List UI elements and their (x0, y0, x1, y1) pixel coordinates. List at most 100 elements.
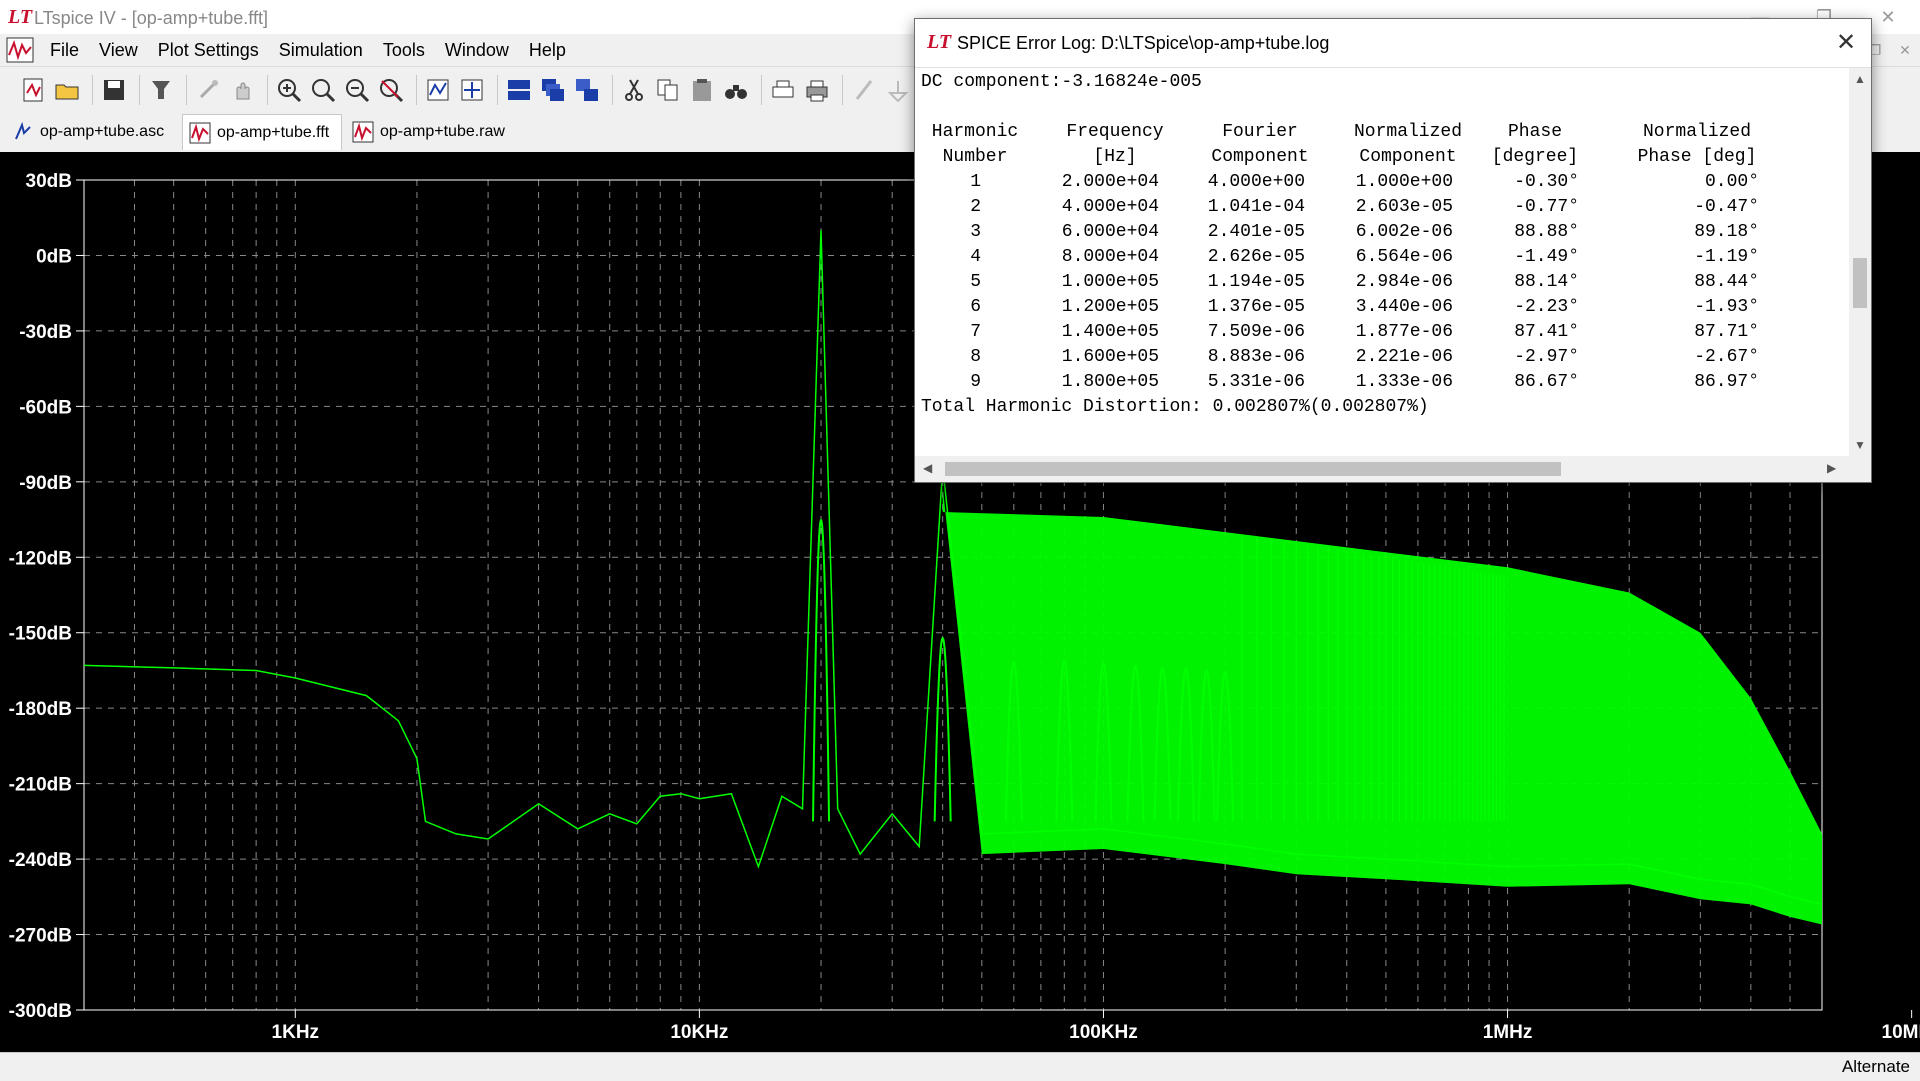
y-tick-label: 0dB (36, 246, 72, 267)
tile-vertical-icon[interactable] (572, 75, 602, 105)
log-table-cell: 88.14° (1514, 272, 1579, 292)
y-tick-label: -90dB (19, 473, 72, 494)
log-table-cell: 88.88° (1514, 222, 1579, 242)
log-column-header: Normalized (1642, 122, 1752, 142)
log-table-cell: -1.19° (1694, 247, 1759, 267)
menu-simulation[interactable]: Simulation (269, 34, 373, 66)
zoom-in-icon[interactable] (274, 75, 304, 105)
vertical-scrollbar[interactable]: ▲ ▼ (1849, 68, 1871, 456)
toolbar-separator (612, 74, 613, 105)
tab-schematic[interactable]: op-amp+tube.asc (6, 116, 178, 148)
log-table-cell: -1.49° (1514, 247, 1579, 267)
zoom-fit-icon[interactable] (308, 75, 338, 105)
tab-label: op-amp+tube.raw (380, 123, 505, 140)
horizontal-scroll-thumb[interactable] (945, 462, 1561, 476)
tab-fft[interactable]: op-amp+tube.fft (182, 114, 342, 150)
horizontal-scrollbar[interactable]: ◀ ▶ (915, 456, 1871, 482)
close-icon[interactable]: ✕ (1831, 27, 1861, 57)
print-setup-icon[interactable] (768, 75, 798, 105)
save-icon[interactable] (99, 75, 129, 105)
tab-label: op-amp+tube.fft (217, 123, 330, 141)
toolbar-separator (497, 74, 498, 105)
y-tick-label: -30dB (19, 322, 72, 343)
zoom-cancel-icon[interactable] (376, 75, 406, 105)
waveform-icon (189, 122, 211, 143)
spice-error-log-window[interactable]: LT SPICE Error Log: D:\LTSpice\op-amp+tu… (914, 18, 1872, 483)
thd-line: Total Harmonic Distortion: 0.002807%(0.0… (921, 397, 1429, 417)
x-tick-label: 100KHz (1069, 1022, 1138, 1043)
waveform-icon (352, 121, 374, 143)
y-tick-label: -180dB (9, 699, 72, 720)
status-text: Alternate (1841, 1057, 1910, 1076)
new-schematic-icon[interactable] (18, 75, 48, 105)
menu-window[interactable]: Window (435, 34, 519, 66)
x-tick-label: 1MHz (1483, 1022, 1533, 1043)
y-tick-label: 30dB (26, 171, 72, 192)
tab-label: op-amp+tube.asc (40, 123, 165, 140)
print-icon[interactable] (802, 75, 832, 105)
x-tick-label: 1KHz (272, 1022, 320, 1043)
log-table-cell: -0.47° (1694, 197, 1759, 217)
zoom-out-icon[interactable] (342, 75, 372, 105)
pencil-icon[interactable] (849, 75, 879, 105)
menu-tools[interactable]: Tools (373, 34, 435, 66)
toolbar-separator (761, 74, 762, 105)
menu-help[interactable]: Help (519, 34, 576, 66)
fft-spectrum-envelope (942, 486, 1822, 925)
pan-hand-icon[interactable] (227, 75, 257, 105)
cut-icon[interactable] (619, 75, 649, 105)
tab-raw[interactable]: op-amp+tube.raw (346, 116, 516, 148)
menu-file[interactable]: File (40, 34, 89, 66)
log-table-cell: 86.97° (1694, 372, 1759, 392)
control-panel-icon[interactable] (146, 75, 176, 105)
y-tick-label: -240dB (9, 850, 72, 871)
ground-icon[interactable] (883, 75, 913, 105)
tile-horizontal-icon[interactable] (504, 75, 534, 105)
toolbar-separator (186, 74, 187, 105)
schematic-icon (15, 121, 31, 140)
log-column-header: Phase (1507, 122, 1562, 142)
copy-icon[interactable] (653, 75, 683, 105)
mdi-close-icon[interactable]: ✕ (1890, 34, 1920, 66)
log-table-cell: 87.71° (1694, 322, 1759, 342)
scroll-right-icon[interactable]: ▶ (1827, 461, 1836, 475)
log-table-cell: -2.67° (1694, 347, 1759, 367)
log-table-cell: 86.67° (1514, 372, 1579, 392)
y-tick-label: -270dB (9, 926, 72, 947)
run-icon[interactable] (193, 75, 223, 105)
log-window-title: SPICE Error Log: D:\LTSpice\op-amp+tube.… (957, 33, 1330, 53)
log-table-cell: 88.44° (1694, 272, 1759, 292)
menu-view[interactable]: View (89, 34, 148, 66)
log-text-area[interactable]: DC component:-3.16824e-005 Harmonic Frequ… (915, 68, 1849, 456)
vertical-scroll-thumb[interactable] (1853, 258, 1867, 308)
log-table-cell: 87.41° (1514, 322, 1579, 342)
log-table-cell: 0.00° (1704, 172, 1759, 192)
open-folder-icon[interactable] (52, 75, 82, 105)
y-tick-label: -120dB (9, 548, 72, 569)
status-bar: Alternate (0, 1052, 1920, 1081)
x-tick-label: 10KHz (670, 1022, 728, 1043)
find-binoculars-icon[interactable] (721, 75, 751, 105)
ltspice-logo-icon: LT (8, 6, 33, 28)
y-tick-label: -300dB (9, 1001, 72, 1022)
scroll-up-icon[interactable]: ▲ (1854, 72, 1866, 86)
scroll-down-icon[interactable]: ▼ (1854, 438, 1866, 452)
scroll-left-icon[interactable]: ◀ (923, 461, 932, 475)
window-title: LTspice IV - [op-amp+tube.fft] (34, 8, 268, 28)
log-table-cell: 89.18° (1694, 222, 1759, 242)
log-table-cell: -2.23° (1514, 297, 1579, 317)
x-tick-label: 10MHz (1882, 1022, 1920, 1043)
log-title-bar[interactable]: LT SPICE Error Log: D:\LTSpice\op-amp+tu… (915, 19, 1871, 68)
paste-icon[interactable] (687, 75, 717, 105)
autorange-x-icon[interactable] (457, 75, 487, 105)
autorange-y-icon[interactable] (423, 75, 453, 105)
cascade-windows-icon[interactable] (538, 75, 568, 105)
toolbar-separator (416, 74, 417, 105)
y-tick-label: -210dB (9, 775, 72, 796)
y-tick-label: -60dB (19, 397, 72, 418)
log-table-cell: -2.97° (1514, 347, 1579, 367)
menu-plot-settings[interactable]: Plot Settings (148, 34, 269, 66)
log-table-cell: -0.77° (1514, 197, 1579, 217)
toolbar-separator (92, 74, 93, 105)
waveform-app-icon[interactable] (6, 37, 34, 63)
